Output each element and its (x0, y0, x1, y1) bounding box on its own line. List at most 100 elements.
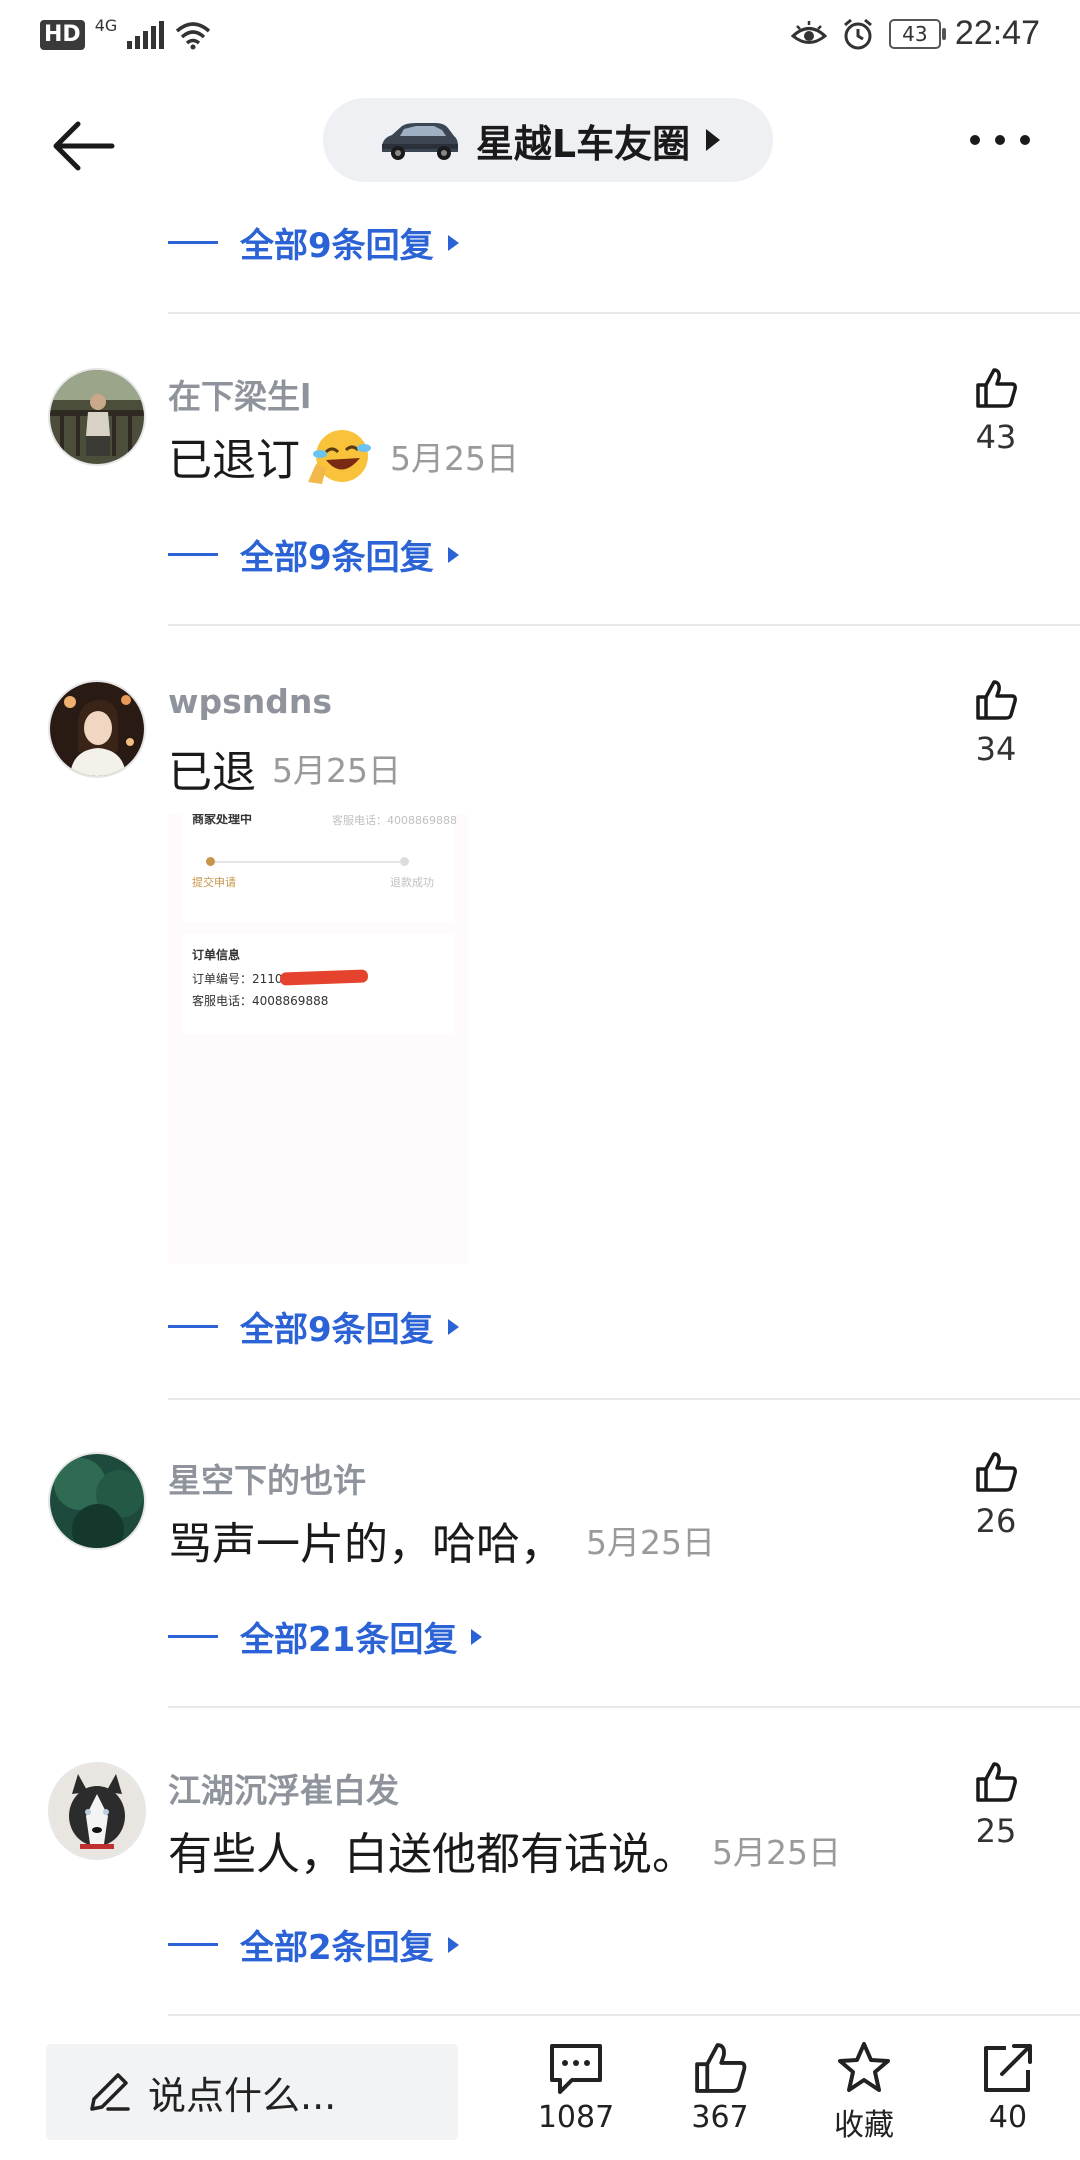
thumbs-up-icon (976, 368, 1017, 408)
back-arrow-icon (53, 121, 115, 171)
avatar-image (50, 682, 144, 776)
avatar[interactable] (48, 1762, 146, 1860)
image-status-text: 商家处理中 (192, 814, 253, 826)
favorite-label: 收藏 (834, 2108, 894, 2143)
image-progress-bar (210, 861, 400, 863)
thumbs-up-icon (976, 680, 1017, 720)
comment-username[interactable]: 星空下的也许 (168, 1454, 366, 1502)
caret-right-icon (471, 1628, 483, 1645)
status-right: 43 22:47 (790, 14, 1040, 53)
share-icon (984, 2044, 1032, 2092)
comments-count: 1087 (537, 2100, 615, 2135)
replies-dash (168, 1943, 218, 1946)
divider (168, 624, 1080, 626)
comment-content: 骂声一片的，哈哈， 5月25日 (168, 1508, 715, 1572)
comment-input[interactable]: 说点什么... (46, 2044, 458, 2140)
like-button[interactable]: 34 (956, 678, 1036, 768)
car-icon (381, 123, 458, 160)
replies-label: 全部9条回复 (240, 538, 434, 578)
image-status-card: 商家处理中 客服电话：4008869888 (182, 814, 457, 922)
comment-content: 已退 5月25日 (168, 736, 401, 800)
replies-label: 全部2条回复 (240, 1928, 434, 1968)
comment-date: 5月25日 (586, 1523, 715, 1562)
more-dot-icon (1020, 135, 1030, 145)
avatar-image (50, 1764, 144, 1858)
replies-label: 全部9条回复 (240, 226, 434, 266)
like-count: 34 (975, 730, 1017, 768)
status-left: HD 4G (40, 16, 212, 50)
comment-content: 有些人，白送他都有话说。 5月25日 (168, 1818, 841, 1882)
star-icon (838, 2042, 890, 2092)
circle-title-pill[interactable]: 星越L车友圈 (323, 98, 773, 182)
pencil-icon (90, 2073, 130, 2111)
like-button[interactable]: 43 (956, 366, 1036, 456)
post-like-button[interactable]: 367 (660, 2040, 780, 2135)
like-count: 26 (975, 1502, 1017, 1540)
caret-right-icon (447, 546, 459, 563)
comment-text: 骂声一片的，哈哈， (168, 1519, 564, 1570)
replies-link[interactable]: 全部9条回复 (168, 218, 459, 267)
replies-link[interactable]: 全部21条回复 (168, 1612, 483, 1661)
network-type: 4G (94, 15, 118, 35)
image-phone-top: 客服电话：4008869888 (332, 814, 457, 827)
comment-username[interactable]: 在下梁生l (168, 370, 311, 418)
hd-badge: HD (40, 20, 85, 50)
replies-dash (168, 241, 218, 244)
clock: 22:47 (954, 14, 1040, 52)
replies-label: 全部21条回复 (240, 1620, 458, 1660)
more-button[interactable] (970, 130, 1030, 150)
status-bar: HD 4G 43 22:47 (0, 0, 1080, 74)
comment-image[interactable]: 商家处理中 客服电话：4008869888 提交申请 退款成功 订单信息 订单编… (168, 814, 468, 1264)
like-button[interactable]: 25 (956, 1760, 1036, 1850)
divider (168, 1706, 1080, 1708)
image-step-dot (400, 857, 409, 866)
replies-link[interactable]: 全部9条回复 (168, 1302, 459, 1351)
like-button[interactable]: 26 (956, 1450, 1036, 1540)
thumbs-up-icon (976, 1762, 1017, 1802)
back-button[interactable] (50, 116, 120, 176)
avatar[interactable] (48, 368, 146, 466)
thumbs-up-icon (976, 1452, 1017, 1492)
more-dot-icon (970, 135, 980, 145)
image-step1: 提交申请 (192, 876, 236, 889)
more-dot-icon (995, 135, 1005, 145)
avatar-image (50, 370, 144, 464)
favorite-button[interactable]: 收藏 (804, 2040, 924, 2144)
replies-dash (168, 1325, 218, 1328)
comment-bubble-icon (550, 2044, 602, 2094)
like-count: 25 (975, 1812, 1017, 1850)
replies-link[interactable]: 全部2条回复 (168, 1920, 459, 1969)
comment-date: 5月25日 (390, 439, 519, 478)
comment-text: 已退 (168, 747, 256, 798)
bottom-action-bar: 说点什么... 1087 367 收藏 40 (0, 2030, 1080, 2160)
caret-right-icon (447, 1936, 459, 1953)
comment-input-placeholder: 说点什么... (148, 2073, 337, 2118)
thumbs-up-icon (695, 2043, 747, 2093)
signal-icon (127, 21, 165, 49)
comment-date: 5月25日 (272, 751, 401, 790)
laughing-crying-emoji-icon (304, 424, 374, 488)
comment-date: 5月25日 (712, 1833, 841, 1872)
alarm-icon (843, 18, 872, 49)
divider (168, 2014, 1080, 2016)
like-count: 43 (975, 418, 1017, 456)
wifi-icon (176, 22, 211, 50)
replies-label: 全部9条回复 (240, 1310, 434, 1350)
comment-username[interactable]: 江湖沉浮崔白发 (168, 1764, 399, 1812)
avatar-image (50, 1454, 144, 1548)
share-button[interactable]: 40 (948, 2040, 1068, 2135)
eye-icon (790, 20, 827, 44)
comment-username[interactable]: wpsndns (168, 682, 332, 721)
caret-right-icon (706, 129, 721, 151)
avatar[interactable] (48, 680, 146, 778)
avatar[interactable] (48, 1452, 146, 1550)
share-count: 40 (988, 2100, 1028, 2135)
divider (168, 312, 1080, 314)
replies-dash (168, 1635, 218, 1638)
image-step2: 退款成功 (390, 876, 434, 889)
caret-right-icon (447, 1318, 459, 1335)
image-service-phone: 客服电话：4008869888 (192, 994, 329, 1008)
header: 星越L车友圈 (0, 80, 1080, 200)
comments-button[interactable]: 1087 (516, 2040, 636, 2135)
replies-link[interactable]: 全部9条回复 (168, 530, 459, 579)
